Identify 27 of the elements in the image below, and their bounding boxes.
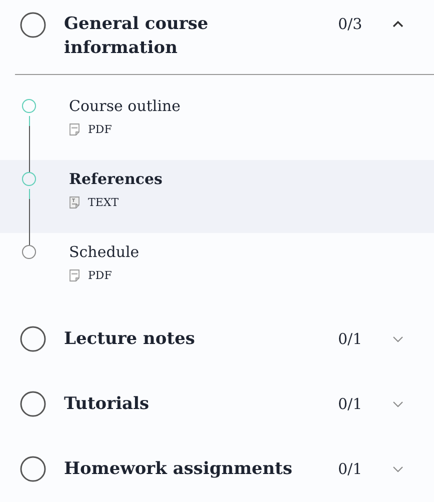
pdf-file-icon	[69, 123, 80, 136]
lesson-title: References	[69, 169, 162, 190]
lesson-item[interactable]: Schedule PDF	[0, 233, 434, 306]
pdf-file-icon	[69, 269, 80, 282]
completed-count: 0/1	[338, 394, 364, 414]
text-file-icon	[69, 196, 80, 209]
chevron-down-icon[interactable]	[392, 334, 404, 342]
completed-count: 0/1	[338, 458, 364, 480]
file-type-label: PDF	[88, 269, 112, 282]
section-title: Homework assignments	[64, 458, 294, 480]
chevron-up-icon[interactable]	[392, 20, 404, 28]
lesson-title: Course outline	[69, 96, 181, 117]
chevron-down-icon[interactable]	[392, 464, 404, 472]
section-header[interactable]: General course information 0/3	[0, 0, 434, 60]
section-title: Lecture notes	[64, 328, 196, 350]
completed-count: 0/1	[338, 328, 364, 350]
section-title: Tutorials	[64, 392, 150, 416]
lesson-item[interactable]: References TEXT	[0, 160, 434, 233]
file-type-label: TEXT	[88, 196, 119, 209]
section-header[interactable]: Lecture notes 0/1	[0, 306, 434, 371]
completed-count: 0/3	[338, 14, 364, 35]
lesson-title: Schedule	[69, 242, 140, 263]
file-type-label: PDF	[88, 123, 112, 136]
section-header[interactable]: Homework assignments 0/1	[0, 436, 434, 501]
chevron-down-icon[interactable]	[392, 400, 404, 408]
section-header[interactable]: Tutorials 0/1	[0, 371, 434, 436]
section-title: General course information	[64, 13, 210, 60]
